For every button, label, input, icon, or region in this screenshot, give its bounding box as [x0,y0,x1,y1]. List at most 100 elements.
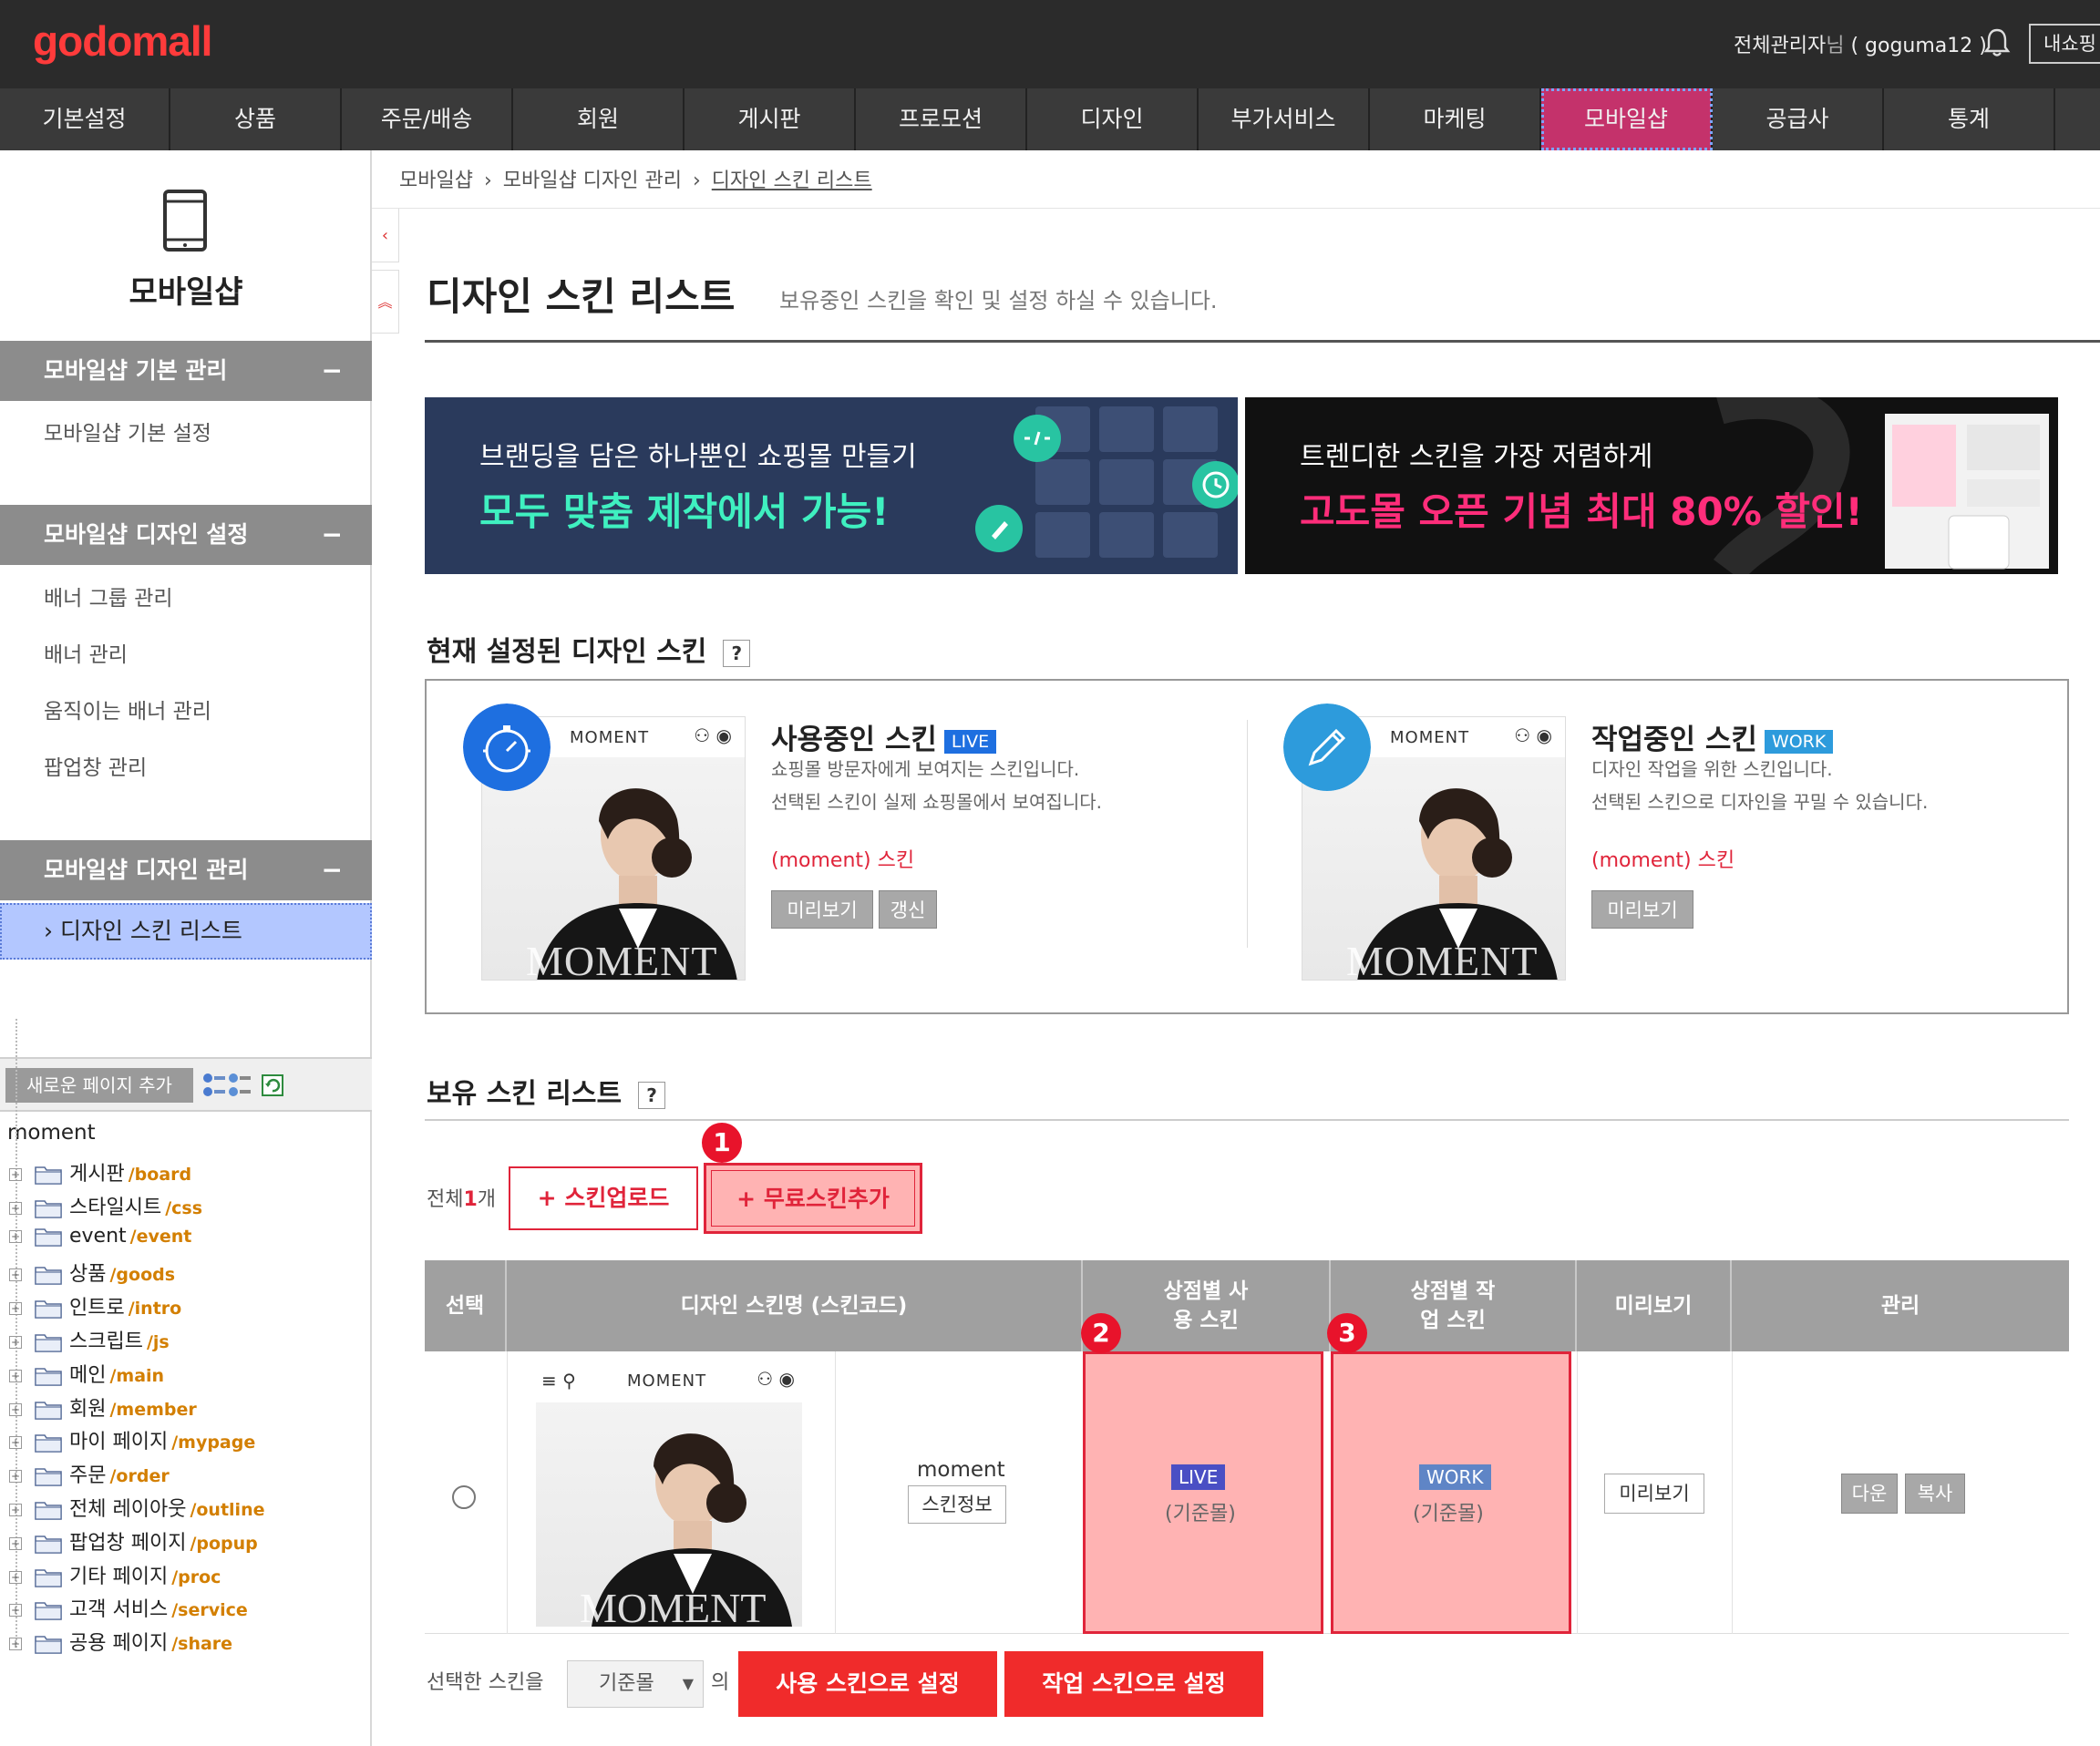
tree-folder-item[interactable]: + 고객 서비스/service [9,1593,248,1624]
breadcrumb-separator-icon: › [692,169,701,192]
admin-id[interactable]: ( goguma12 ) [1850,35,1986,57]
breadcrumb-current[interactable]: 디자인 스킨 리스트 [712,169,872,192]
tree-folder-item[interactable]: + 주문/order [9,1459,170,1490]
set-work-skin-button[interactable]: 작업 스킨으로 설정 [1004,1651,1263,1717]
breadcrumb-item[interactable]: 모바일샵 디자인 관리 [503,169,682,192]
nav-basic-settings[interactable]: 기본설정 [0,88,170,150]
collapse-icon[interactable]: − [322,341,343,401]
folder-icon [35,1367,62,1386]
bell-icon[interactable] [1983,27,2011,58]
tree-folder-item[interactable]: + 기타 페이지/proc [9,1560,221,1591]
nav-orders[interactable]: 주문/배송 [342,88,513,150]
new-page-button[interactable]: 새로운 페이지 추가 [5,1068,193,1103]
skin-info-button[interactable]: 스킨정보 [908,1485,1006,1524]
tree-folder-item[interactable]: + 상품/goods [9,1258,175,1289]
tree-folder-item[interactable]: + 팝업창 페이지/popup [9,1526,258,1557]
folder-icon [35,1300,62,1319]
nav-mobile-shop[interactable]: 모바일샵 [1541,88,1713,150]
refresh-icon[interactable] [261,1072,284,1099]
mall-select[interactable]: 기준몰 ▼ [567,1660,704,1708]
tree-folder-item[interactable]: + 인트로/intro [9,1291,181,1322]
tree-folder-item[interactable]: + 게시판/board [9,1157,191,1188]
sidebar-item-skin-list[interactable]: › 디자인 스킨 리스트 [0,903,372,960]
set-live-skin-button[interactable]: 사용 스킨으로 설정 [738,1651,997,1717]
copy-button[interactable]: 복사 [1905,1474,1965,1514]
nav-products[interactable]: 상품 [170,88,342,150]
live-skin-name: (moment) 스킨 [771,849,915,872]
tree-folder-item[interactable]: + 스타일시트/css [9,1191,202,1222]
expand-icon[interactable]: + [9,1336,22,1349]
expand-icon[interactable]: + [9,1201,22,1215]
scroll-top-button[interactable]: ︽ [372,270,399,334]
expand-icon[interactable]: + [9,1302,22,1316]
sidebar-item-basic-settings[interactable]: 모바일샵 기본 설정 [44,416,211,447]
nav-statistics[interactable]: 통계 [1884,88,2055,150]
work-preview-button[interactable]: 미리보기 [1591,890,1693,929]
expand-icon[interactable]: + [9,1604,22,1618]
col-skin-name: 디자인 스킨명 (스킨코드) [507,1260,1083,1351]
marker-1: 1 [702,1123,742,1163]
skin-select-radio[interactable] [452,1485,476,1509]
live-refresh-button[interactable]: 갱신 [879,890,937,929]
nav-members[interactable]: 회원 [513,88,685,150]
nav-promotion[interactable]: 프로모션 [856,88,1027,150]
help-icon[interactable]: ? [723,639,751,667]
skin-upload-button[interactable]: + 스킨업로드 [509,1166,698,1230]
expand-icon[interactable]: + [9,1229,22,1243]
tree-folder-item[interactable]: + 스크립트/js [9,1325,170,1356]
tree-folder-item[interactable]: + event/event [9,1225,191,1256]
sidebar-item-popup[interactable]: 팝업창 관리 [44,750,147,781]
nav-board[interactable]: 게시판 [685,88,856,150]
expand-icon[interactable]: + [9,1638,22,1651]
breadcrumb-item[interactable]: 모바일샵 [399,169,473,192]
stopwatch-icon [463,704,551,791]
expand-icon[interactable]: + [9,1470,22,1484]
nav-addon-services[interactable]: 부가서비스 [1199,88,1370,150]
collapse-sidebar-button[interactable]: ‹ [372,208,399,262]
tree-folder-item[interactable]: + 마이 페이지/mypage [9,1425,255,1456]
expand-icon[interactable]: + [9,1268,22,1282]
collapse-all-icon[interactable] [228,1072,252,1099]
folder-icon [35,1199,62,1218]
thumb-brand: MOMENT [627,1371,707,1391]
expand-all-icon[interactable] [202,1072,226,1099]
my-shop-button[interactable]: 내쇼핑 [2029,24,2100,64]
sidebar-item-moving-banner[interactable]: 움직이는 배너 관리 [44,693,211,724]
free-skin-add-button[interactable]: + 무료스킨추가 [711,1170,915,1227]
sidebar-section-design-management[interactable]: 모바일샵 디자인 관리 − [0,840,372,900]
expand-icon[interactable]: + [9,1436,22,1450]
live-preview-button[interactable]: 미리보기 [771,890,873,929]
discount-skin-banner[interactable]: 트렌디한 스킨을 가장 저렴하게 고도몰 오픈 기념 최대 80% 할인! [1245,397,2058,574]
custom-design-banner[interactable]: 브랜딩을 담은 하나뿐인 쇼핑몰 만들기 모두 맞춤 제작에서 가능! [425,397,1238,574]
tree-folder-item[interactable]: + 전체 레이아웃/outline [9,1493,264,1524]
expand-icon[interactable]: + [9,1369,22,1382]
expand-icon[interactable]: + [9,1168,22,1181]
sidebar-section-basic[interactable]: 모바일샵 기본 관리 − [0,341,372,401]
design-partners-graphic [975,406,1238,558]
download-button[interactable]: 다운 [1841,1474,1898,1514]
tree-folder-item[interactable]: + 메인/main [9,1359,164,1390]
tree-folder-item[interactable]: + 공용 페이지/share [9,1627,232,1658]
expand-icon[interactable]: + [9,1504,22,1516]
row-preview-button[interactable]: 미리보기 [1604,1474,1704,1514]
live-desc-line: 선택된 스킨이 실제 쇼핑몰에서 보여집니다. [771,791,1102,813]
folder-name: 회원 [69,1397,107,1421]
folder-name: 상품 [69,1263,107,1287]
expand-icon[interactable]: + [9,1570,22,1584]
nav-suppliers[interactable]: 공급사 [1713,88,1884,150]
sidebar-section-design-settings[interactable]: 모바일샵 디자인 설정 − [0,505,372,565]
tree-root[interactable]: moment [7,1121,96,1145]
live-tag: LIVE [1171,1464,1226,1490]
help-icon[interactable]: ? [638,1081,666,1109]
sidebar-item-banner[interactable]: 배너 관리 [44,637,128,668]
main-nav: 기본설정 상품 주문/배송 회원 게시판 프로모션 디자인 부가서비스 마케팅 … [0,88,2100,150]
nav-marketing[interactable]: 마케팅 [1370,88,1541,150]
tree-folder-item[interactable]: + 회원/member [9,1392,197,1423]
expand-icon[interactable]: + [9,1402,22,1416]
expand-icon[interactable]: + [9,1536,22,1550]
nav-design[interactable]: 디자인 [1027,88,1199,150]
collapse-icon[interactable]: − [322,505,343,565]
godomall-logo[interactable]: godomall [33,16,212,66]
collapse-icon[interactable]: − [322,840,343,900]
sidebar-item-banner-group[interactable]: 배너 그룹 관리 [44,580,173,611]
